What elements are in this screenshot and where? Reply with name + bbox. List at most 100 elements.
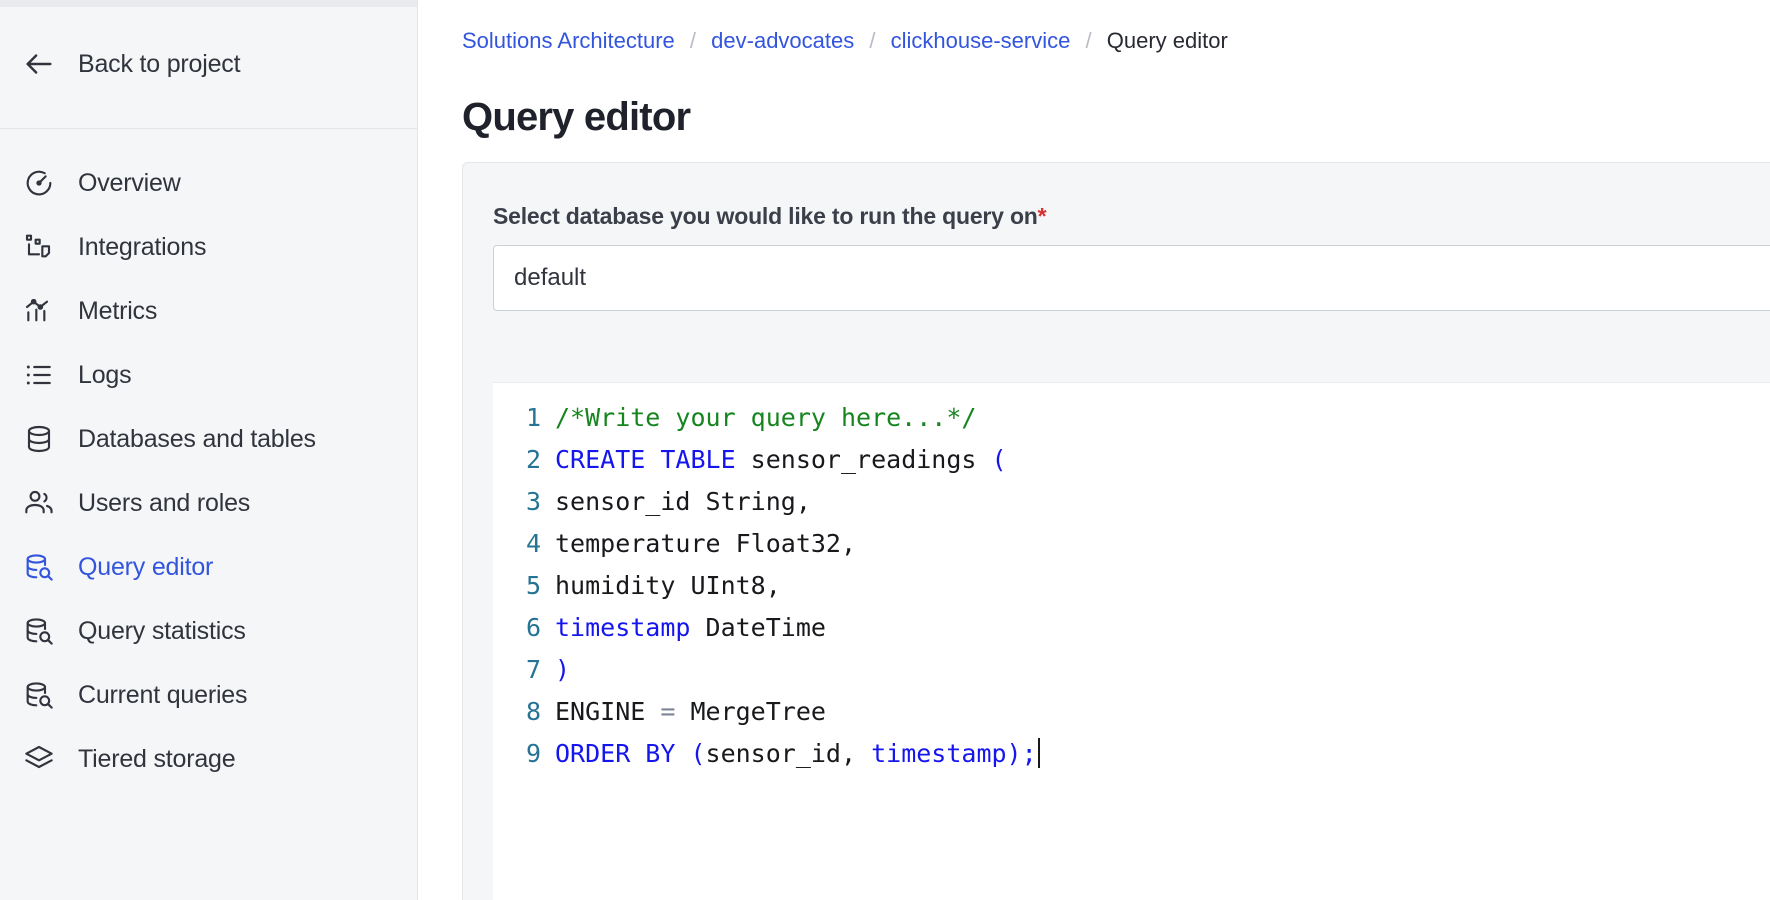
line-number: 4 (525, 529, 541, 558)
line-number: 8 (525, 697, 541, 726)
text-cursor (1037, 738, 1040, 768)
line-number: 9 (525, 739, 541, 768)
gauge-icon (20, 164, 58, 202)
code-token-plain: DateTime (690, 613, 826, 642)
code-line-content: temperature Float32, (555, 523, 856, 565)
database-select-value: default (514, 264, 587, 291)
sidebar-item-label: Tiered storage (78, 744, 236, 773)
sidebar-item-label: Integrations (78, 232, 207, 261)
code-token-paren: ( (991, 445, 1007, 474)
chart-icon (20, 292, 58, 330)
code-token-plain: sensor_id String, (555, 487, 811, 516)
users-icon (20, 484, 58, 522)
code-line: 8 ENGINE = MergeTree (493, 691, 1770, 733)
breadcrumb-item-organization[interactable]: Solutions Architecture (462, 28, 675, 53)
code-line: 6 timestamp DateTime (493, 607, 1770, 649)
sidebar-item-label: Query editor (78, 552, 214, 581)
code-token-keyword: timestamp (555, 613, 691, 642)
integrations-icon (20, 228, 58, 266)
sidebar-item-query-statistics[interactable]: Query statistics (0, 599, 417, 663)
back-to-project-button[interactable]: Back to project (20, 45, 241, 83)
code-token-keyword: ORDER BY ( (555, 739, 706, 768)
code-token-plain: humidity UInt8, (555, 571, 781, 600)
code-line: 9 ORDER BY (sensor_id, timestamp); (493, 733, 1770, 775)
breadcrumb-item-service[interactable]: clickhouse-service (891, 28, 1071, 53)
page-title: Query editor (462, 94, 691, 139)
code-lines: 1 /*Write your query here...*/ 2 CREATE … (493, 383, 1770, 775)
sidebar-nav: Overview Integrations Metrics Logs Datab… (0, 129, 417, 791)
back-to-project-label: Back to project (78, 49, 241, 78)
sidebar-item-integrations[interactable]: Integrations (0, 215, 417, 279)
code-token-operator: = (660, 697, 676, 726)
query-panel: Select database you would like to run th… (462, 162, 1770, 900)
code-line-content: ) (555, 649, 570, 691)
code-token-keyword: CREATE TABLE (555, 445, 736, 474)
list-icon (20, 356, 58, 394)
code-line: 5 humidity UInt8, (493, 565, 1770, 607)
code-token-plain: ENGINE (555, 697, 661, 726)
line-number: 7 (525, 655, 541, 684)
code-line: 1 /*Write your query here...*/ (493, 397, 1770, 439)
sidebar-item-label: Query statistics (78, 616, 246, 645)
sidebar: Back to project Overview Integrations Me… (0, 0, 418, 900)
breadcrumb: Solutions Architecture / dev-advocates /… (462, 28, 1228, 54)
sidebar-item-query-editor[interactable]: Query editor (0, 535, 417, 599)
app-root: Back to project Overview Integrations Me… (0, 0, 1770, 900)
code-token-plain: temperature Float32, (555, 529, 857, 558)
sidebar-item-label: Users and roles (78, 488, 251, 517)
database-select[interactable]: default (493, 245, 1770, 311)
code-line: 4 temperature Float32, (493, 523, 1770, 565)
code-token-keyword: timestamp); (871, 739, 1037, 768)
code-token-paren: ) (555, 655, 571, 684)
code-line-content: sensor_id String, (555, 481, 811, 523)
sql-code-editor[interactable]: 1 /*Write your query here...*/ 2 CREATE … (493, 382, 1770, 900)
back-to-project-block: Back to project (0, 0, 417, 129)
sidebar-item-logs[interactable]: Logs (0, 343, 417, 407)
sidebar-item-label: Databases and tables (78, 424, 316, 453)
code-line-content: humidity UInt8, (555, 565, 781, 607)
code-line-content: /*Write your query here...*/ (555, 397, 976, 439)
breadcrumb-separator: / (869, 28, 876, 53)
required-marker: * (1037, 203, 1047, 229)
layers-icon (20, 740, 58, 778)
code-token-comment: /*Write your query here...*/ (555, 403, 977, 432)
sidebar-item-users-and-roles[interactable]: Users and roles (0, 471, 417, 535)
sidebar-item-tiered-storage[interactable]: Tiered storage (0, 727, 417, 791)
sidebar-item-label: Overview (78, 168, 181, 197)
code-line-content: ENGINE = MergeTree (555, 691, 826, 733)
code-line: 3 sensor_id String, (493, 481, 1770, 523)
sidebar-item-metrics[interactable]: Metrics (0, 279, 417, 343)
sidebar-item-label: Current queries (78, 680, 248, 709)
database-select-label: Select database you would like to run th… (493, 203, 1047, 230)
breadcrumb-item-current: Query editor (1106, 28, 1228, 53)
database-search-icon (20, 548, 58, 586)
main-content: Solutions Architecture / dev-advocates /… (418, 0, 1770, 900)
line-number: 5 (525, 571, 541, 600)
code-line: 7 ) (493, 649, 1770, 691)
code-line-content: ORDER BY (sensor_id, timestamp); (555, 733, 1040, 775)
sidebar-item-label: Logs (78, 360, 132, 389)
breadcrumb-separator: / (689, 28, 697, 53)
line-number: 6 (525, 613, 541, 642)
database-search-icon (20, 612, 58, 650)
sidebar-item-overview[interactable]: Overview (0, 151, 417, 215)
sidebar-item-label: Metrics (78, 296, 158, 325)
sidebar-top-divider (0, 0, 417, 7)
code-token-plain: sensor_id, (705, 739, 872, 768)
database-select-label-text: Select database you would like to run th… (493, 203, 1038, 229)
code-line-content: CREATE TABLE sensor_readings ( (555, 439, 1007, 481)
sidebar-item-databases-and-tables[interactable]: Databases and tables (0, 407, 417, 471)
line-number: 1 (525, 403, 541, 432)
breadcrumb-separator: / (1085, 28, 1092, 53)
code-line-content: timestamp DateTime (555, 607, 826, 649)
code-line: 2 CREATE TABLE sensor_readings ( (493, 439, 1770, 481)
arrow-left-icon (20, 45, 58, 83)
breadcrumb-item-project[interactable]: dev-advocates (711, 28, 854, 53)
database-icon (20, 420, 58, 458)
code-token-plain: MergeTree (675, 697, 826, 726)
sidebar-item-current-queries[interactable]: Current queries (0, 663, 417, 727)
code-token-plain: sensor_readings (735, 445, 992, 474)
database-search-icon (20, 676, 58, 714)
line-number: 2 (525, 445, 541, 474)
line-number: 3 (525, 487, 541, 516)
